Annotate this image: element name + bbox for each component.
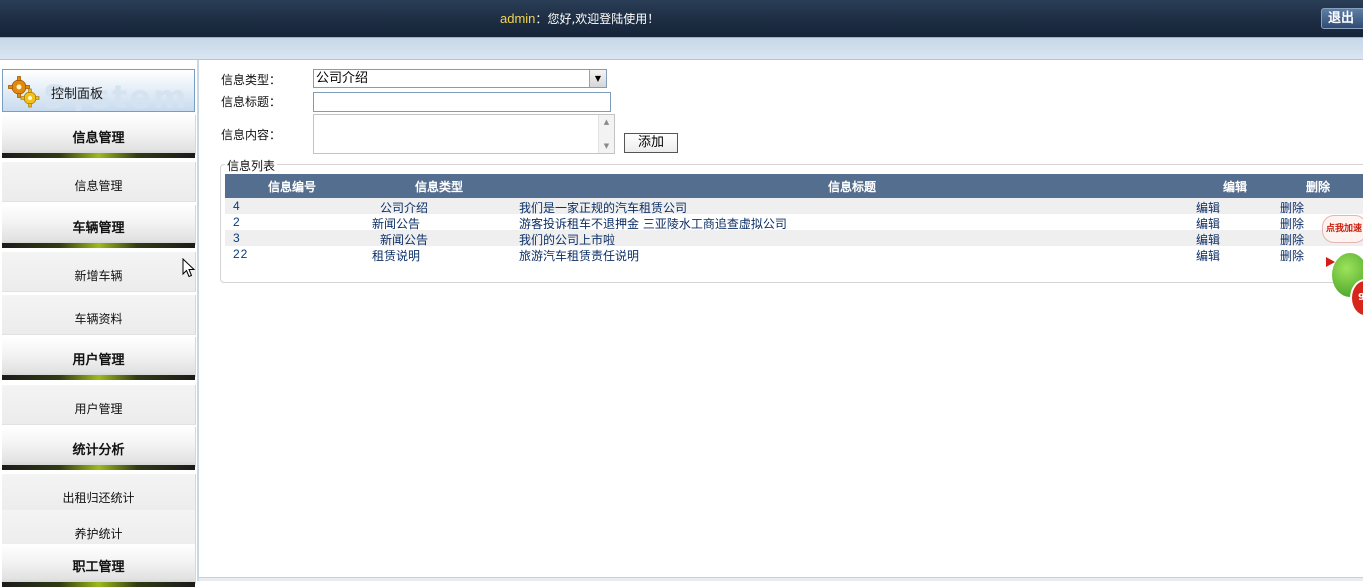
sidebar-item-label: 新增车辆: [74, 269, 123, 283]
sidebar-group-label: 车辆管理: [72, 221, 125, 236]
column-header-edit: 编辑: [1223, 180, 1248, 194]
column-header-type: 信息类型: [415, 180, 464, 194]
sidebar-item-label: 出租归还统计: [62, 491, 135, 505]
column-header-title: 信息标题: [828, 180, 877, 194]
bottom-border: [199, 577, 1363, 581]
title-input[interactable]: [313, 92, 611, 112]
type-label: 信息类型：: [221, 73, 282, 87]
scroll-up-icon[interactable]: ▲: [599, 118, 614, 126]
cell-id: 4: [233, 199, 241, 213]
info-list-legend: 信息列表: [225, 157, 278, 174]
speedup-widget[interactable]: 点我加速 97: [1318, 215, 1363, 325]
sidebar-group-info[interactable]: 信息管理: [2, 115, 196, 158]
table-row: 3 新闻公告 我们的公司上市啦 编辑 删除: [225, 230, 1363, 247]
sub-header-bar: [0, 37, 1363, 60]
edit-link[interactable]: 编辑: [1196, 247, 1220, 264]
sidebar-group-label: 用户管理: [72, 353, 125, 368]
textarea-scrollbar[interactable]: ▲ ▼: [598, 115, 614, 153]
table-row: 4 公司介绍 我们是一家正规的汽车租赁公司 编辑 删除: [225, 198, 1363, 215]
sidebar-item-label: 车辆资料: [74, 312, 123, 326]
table-row: 22 租赁说明 旅游汽车租赁责任说明 编辑 删除: [225, 246, 1363, 264]
sidebar-item-info-manage[interactable]: 信息管理: [2, 162, 196, 202]
welcome-message: admin：您好,欢迎登陆使用！: [500, 10, 659, 27]
greeting-text: 您好,欢迎登陆使用！: [547, 12, 660, 26]
delete-link[interactable]: 删除: [1280, 247, 1304, 264]
speedup-bubble[interactable]: 点我加速: [1322, 215, 1363, 243]
table-header: 信息编号 信息类型 信息标题 编辑 删除: [225, 174, 1363, 198]
column-header-id: 信息编号: [268, 180, 317, 194]
scroll-down-icon[interactable]: ▼: [599, 142, 614, 150]
column-header-delete: 删除: [1306, 180, 1331, 194]
logout-button[interactable]: 退出: [1321, 8, 1363, 29]
sidebar-group-label: 职工管理: [72, 560, 125, 575]
welcome-separator: ：: [535, 12, 548, 26]
add-button[interactable]: 添加: [624, 133, 678, 153]
sidebar-item-label: 信息管理: [74, 179, 123, 193]
mouse-cursor-icon: [182, 258, 196, 278]
sidebar-group-staff[interactable]: 职工管理: [2, 544, 196, 587]
dropdown-arrow-icon[interactable]: ▼: [589, 70, 606, 87]
cell-id: 22: [233, 247, 249, 261]
cell-type: 租赁说明: [372, 249, 421, 263]
sidebar-item-label: 用户管理: [74, 402, 123, 416]
sidebar-item-add-vehicle[interactable]: 新增车辆: [2, 252, 196, 292]
sidebar-group-user[interactable]: 用户管理: [2, 337, 196, 380]
sidebar-group-vehicle[interactable]: 车辆管理: [2, 205, 196, 248]
cell-id: 3: [233, 231, 241, 245]
control-panel-title: 控制面板: [51, 87, 104, 102]
sidebar-item-label: 养护统计: [74, 527, 123, 541]
sidebar-group-label: 信息管理: [72, 131, 125, 146]
table-row: 2 新闻公告 游客投诉租车不退押金 三亚陵水工商追查虚拟公司 编辑 删除: [225, 214, 1363, 231]
title-label: 信息标题：: [221, 95, 282, 109]
cell-id: 2: [233, 215, 241, 229]
content-label: 信息内容：: [221, 128, 282, 142]
sidebar-item-rental-stats[interactable]: 出租归还统计: [2, 474, 196, 514]
sidebar-item-vehicle-data[interactable]: 车辆资料: [2, 295, 196, 335]
sidebar-group-label: 统计分析: [72, 443, 125, 458]
control-panel-header: System 控制面板: [2, 69, 195, 112]
sidebar: System 控制面板 信息管理 信息管理 车辆管理 新增车辆 车辆资料 用户管…: [0, 60, 199, 587]
type-select[interactable]: 公司介绍 ▼: [313, 69, 607, 88]
sidebar-item-user-manage[interactable]: 用户管理: [2, 385, 196, 425]
cell-title: 旅游汽车租赁责任说明: [519, 249, 640, 263]
sidebar-group-stats[interactable]: 统计分析: [2, 427, 196, 470]
gear-icon: [8, 76, 40, 108]
type-select-value: 公司介绍: [316, 71, 369, 86]
username: admin: [500, 11, 536, 26]
top-bar: admin：您好,欢迎登陆使用！ 退出: [0, 0, 1363, 37]
content-textarea[interactable]: ▲ ▼: [313, 114, 615, 154]
